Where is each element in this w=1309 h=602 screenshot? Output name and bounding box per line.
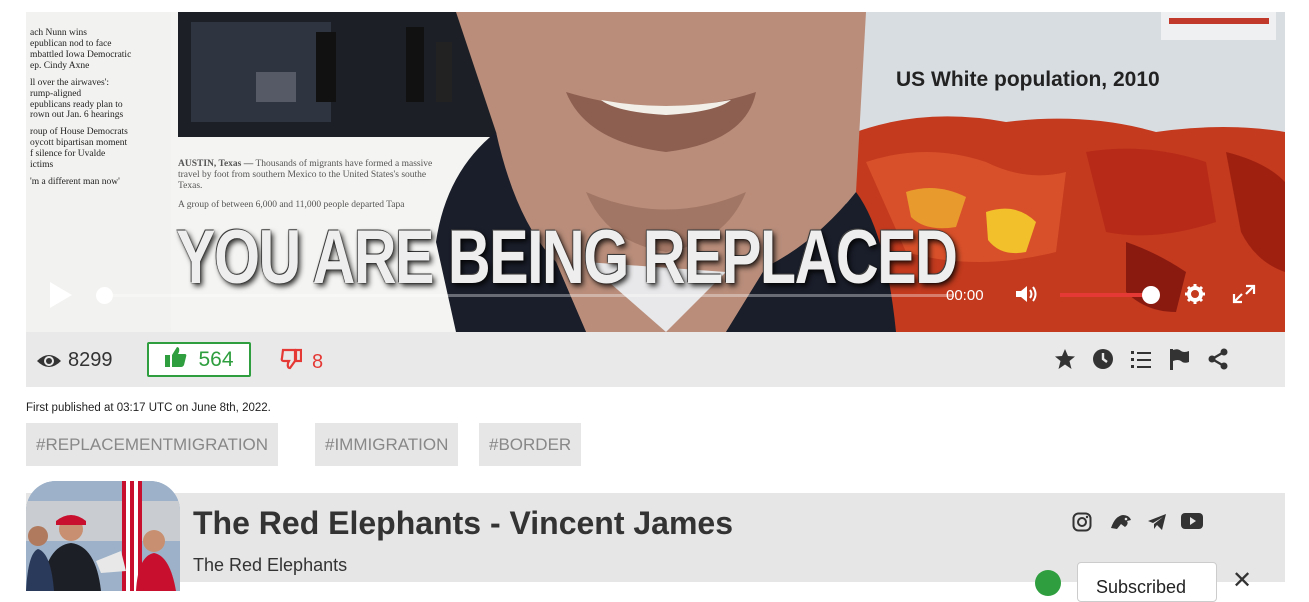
headline-text: ep. Cindy Axne [30, 60, 90, 71]
article-line: Texas. [178, 180, 203, 191]
volume-handle[interactable] [1142, 286, 1160, 304]
eye-icon [36, 352, 62, 370]
like-button[interactable]: 564 [147, 342, 251, 377]
headline-text: roup of House Democrats [30, 127, 128, 138]
headline-text: epublicans ready plan to [30, 99, 123, 110]
gab-icon[interactable] [1109, 512, 1133, 537]
tag-border[interactable]: #BORDER [479, 423, 582, 466]
channel-avatar[interactable] [26, 481, 180, 591]
headline-text: rump-aligned [30, 88, 82, 99]
video-player[interactable]: ach Nunn wins epublican nod to face mbat… [26, 12, 1285, 332]
player-controls: 00:00 [26, 270, 1285, 330]
volume-icon[interactable] [1014, 284, 1040, 308]
volume-slider[interactable] [1060, 293, 1150, 297]
article-sidebar: ach Nunn wins epublican nod to face mbat… [30, 28, 170, 188]
headline-text: ll over the airwaves': [30, 77, 110, 88]
tag-immigration[interactable]: #IMMIGRATION [315, 423, 459, 466]
published-date: First published at 03:17 UTC on June 8th… [26, 402, 271, 414]
thumbs-up-icon [164, 346, 188, 374]
headline-text: f silence for Uvalde [30, 149, 106, 160]
gear-icon[interactable] [1184, 283, 1206, 309]
verified-badge [1035, 570, 1061, 596]
headline-text: epublican nod to face [30, 38, 112, 49]
telegram-icon[interactable] [1147, 512, 1167, 537]
channel-name[interactable]: The Red Elephants - Vincent James [193, 505, 733, 542]
tag-replacementmigration[interactable]: #REPLACEMENTMIGRATION [26, 423, 279, 466]
channel-subtitle: The Red Elephants [193, 555, 348, 575]
article-body: AUSTIN, Texas — Thousands of migrants ha… [178, 159, 538, 211]
article-dateline: AUSTIN, Texas — [178, 159, 254, 169]
map-title: US White population, 2010 [896, 68, 1160, 91]
article-line: travel by foot from southern Mexico to t… [178, 169, 427, 180]
headline-text: ictims [30, 160, 54, 171]
view-count: 8299 [36, 349, 113, 372]
progress-bar[interactable] [104, 294, 954, 297]
headline-text: oycott bipartisan moment [30, 138, 128, 149]
clock-icon[interactable] [1092, 348, 1114, 375]
headline-text: ach Nunn wins [30, 28, 87, 38]
fullscreen-icon[interactable] [1232, 284, 1256, 308]
subscribe-button[interactable]: Subscribed [1077, 562, 1217, 602]
article-line: Thousands of migrants have formed a mass… [255, 159, 433, 169]
headline-text: rown out Jan. 6 hearings [30, 110, 124, 121]
play-icon[interactable] [50, 282, 72, 308]
dislike-button[interactable]: 8 [280, 348, 323, 376]
flag-icon[interactable] [1168, 348, 1190, 375]
list-icon[interactable] [1130, 348, 1152, 375]
like-count: 564 [198, 347, 234, 371]
article-line: A group of between 6,000 and 11,000 peop… [178, 199, 405, 210]
progress-handle[interactable] [96, 287, 113, 304]
dislike-count: 8 [312, 350, 324, 373]
time-display: 00:00 [946, 287, 984, 304]
youtube-icon[interactable] [1181, 512, 1203, 535]
thumbs-down-icon [280, 348, 303, 376]
instagram-icon[interactable] [1072, 512, 1092, 537]
view-count-value: 8299 [68, 349, 113, 371]
video-stats-bar: 8299 564 8 [26, 332, 1285, 387]
star-icon[interactable] [1054, 348, 1076, 375]
headline-text: 'm a different man now' [30, 177, 120, 188]
share-icon[interactable] [1207, 348, 1229, 375]
unsubscribe-icon[interactable]: ✕ [1232, 566, 1252, 595]
headline-text: mbattled Iowa Democratic [30, 49, 132, 60]
